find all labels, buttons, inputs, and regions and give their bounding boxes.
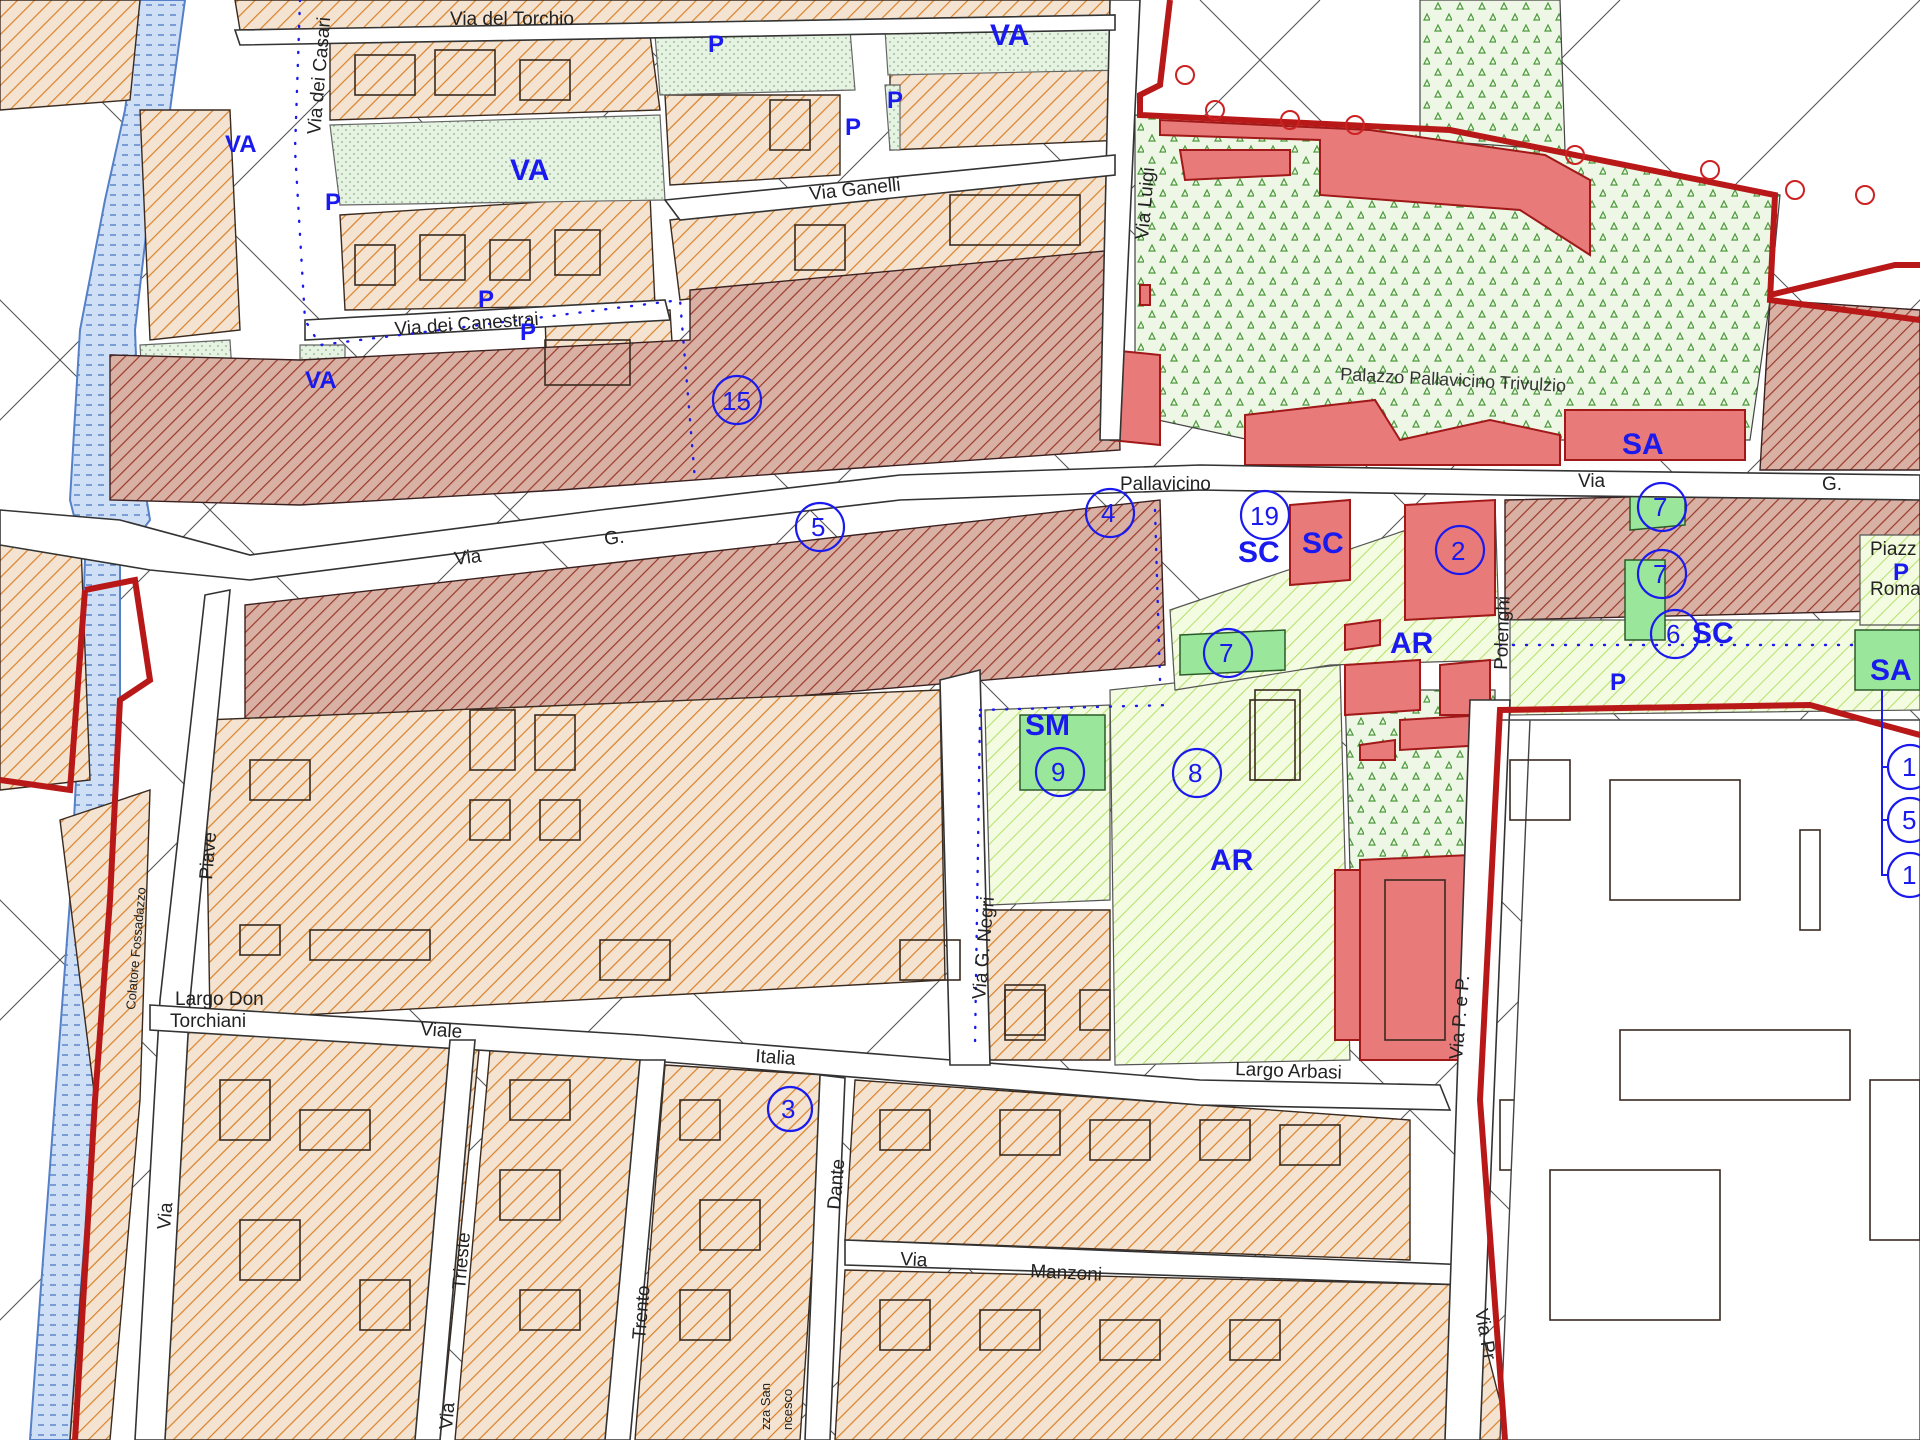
svg-text:3: 3 [781, 1094, 795, 1124]
zone-sa-2: SA [1870, 654, 1912, 687]
street-piazza-san: zza San [758, 1383, 773, 1430]
svg-text:5: 5 [811, 512, 825, 542]
zone-p-2: P [887, 87, 903, 114]
zone-va-2: VA [510, 154, 549, 187]
svg-text:7: 7 [1653, 559, 1667, 589]
street-via-del-torchio: Via del Torchio [450, 9, 574, 30]
street-pallavicino-name: Pallavicino [1120, 474, 1211, 495]
street-italia: Italia [755, 1046, 797, 1070]
zone-sc-1: SC [1238, 536, 1280, 569]
svg-text:15: 15 [722, 386, 751, 416]
marker-19: 19 [1239, 489, 1291, 541]
street-pallavicino-east-g: G. [1822, 474, 1842, 495]
zone-va-4: VA [305, 367, 337, 394]
zone-p-4: P [325, 189, 341, 216]
street-pallavicino-via: Via [453, 546, 483, 570]
zone-p-7: P [1610, 669, 1626, 696]
zone-p-8: P [1893, 559, 1909, 586]
svg-text:2: 2 [1451, 536, 1465, 566]
street-piazza-roma-1: Piazz [1870, 539, 1916, 560]
zone-ar-2: AR [1210, 844, 1254, 877]
street-piave: Piave [196, 831, 221, 880]
street-viale: Viale [420, 1019, 463, 1043]
street-manzoni: Manzoni [1030, 1261, 1103, 1286]
street-manzoni-via: Via [900, 1249, 929, 1271]
street-pallavicino-east-via: Via [1578, 471, 1606, 492]
svg-text:6: 6 [1666, 619, 1680, 649]
street-trieste-via: Via [436, 1401, 459, 1430]
historic-center-northeast [1759, 299, 1920, 471]
svg-text:7: 7 [1219, 638, 1233, 668]
zone-p-3: P [845, 114, 861, 141]
zone-p-6: P [520, 319, 536, 346]
zone-sa-1: SA [1622, 428, 1664, 461]
zone-va-3: VA [990, 19, 1029, 52]
east-outline-blocks [1499, 719, 1920, 1440]
svg-text:7: 7 [1653, 492, 1667, 522]
street-via-left: Via [154, 1201, 177, 1230]
historic-center-east [1504, 489, 1920, 621]
svg-text:19: 19 [1250, 501, 1279, 531]
street-largo-don: Largo Don [175, 989, 264, 1010]
zone-sm: SM [1025, 709, 1070, 742]
svg-text:4: 4 [1101, 498, 1115, 528]
svg-text:1: 1 [1902, 860, 1916, 890]
zone-ar-1: AR [1390, 627, 1434, 660]
svg-text:9: 9 [1051, 757, 1065, 787]
zone-va-1: VA [225, 131, 257, 158]
svg-text:8: 8 [1188, 758, 1202, 788]
street-torchiani: Torchiani [170, 1011, 246, 1032]
street-piazza-francesco: ncesco [780, 1389, 795, 1430]
svg-text:5: 5 [1902, 805, 1916, 835]
street-largo-arbasi: Largo Arbasi [1235, 1059, 1342, 1084]
street-pallavicino-g: G. [603, 527, 625, 550]
zone-p-1: P [708, 31, 724, 58]
svg-text:1: 1 [1902, 752, 1916, 782]
street-dante: Dante [824, 1158, 849, 1210]
urban-zoning-map: Via del Torchio Via dei Casari Via Ganel… [0, 0, 1920, 1440]
zone-p-5: P [478, 286, 494, 313]
street-polenghi: Polenghi [1491, 596, 1515, 671]
zone-sc-2: SC [1302, 527, 1344, 560]
